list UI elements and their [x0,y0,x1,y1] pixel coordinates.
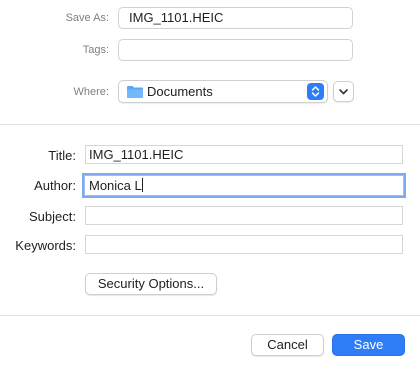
author-label: Author: [34,178,76,193]
save-as-label: Save As: [65,12,109,24]
author-text-wrap: Monica L [89,178,143,193]
keywords-label: Keywords: [15,238,76,253]
where-label: Where: [73,86,109,98]
keywords-field[interactable] [85,235,403,254]
author-field[interactable]: Monica L [84,175,404,196]
where-value: Documents [147,84,213,99]
chevron-down-icon [339,89,348,95]
where-popup-button[interactable]: Documents [118,80,328,103]
top-divider [0,124,420,125]
save-as-text: IMG_1101.HEIC [129,10,224,25]
tags-field[interactable] [118,39,353,61]
cancel-button[interactable]: Cancel [251,334,324,356]
subject-label: Subject: [29,209,76,224]
save-dialog: Save As: IMG_1101.HEIC Tags: Where: Docu… [0,0,420,372]
expand-browser-button[interactable] [333,81,354,102]
up-down-chevron-icon [311,86,320,97]
popup-stepper [307,83,324,100]
author-text: Monica L [89,178,142,193]
tags-label: Tags: [82,44,109,56]
bottom-divider [0,315,420,316]
save-as-field[interactable]: IMG_1101.HEIC [118,7,353,29]
security-options-button[interactable]: Security Options... [85,273,217,295]
title-label: Title: [48,148,76,163]
save-button[interactable]: Save [332,334,405,356]
subject-field[interactable] [85,206,403,225]
title-text: IMG_1101.HEIC [89,147,184,162]
folder-icon [127,86,143,98]
text-caret [141,178,143,192]
title-field[interactable]: IMG_1101.HEIC [85,145,403,164]
